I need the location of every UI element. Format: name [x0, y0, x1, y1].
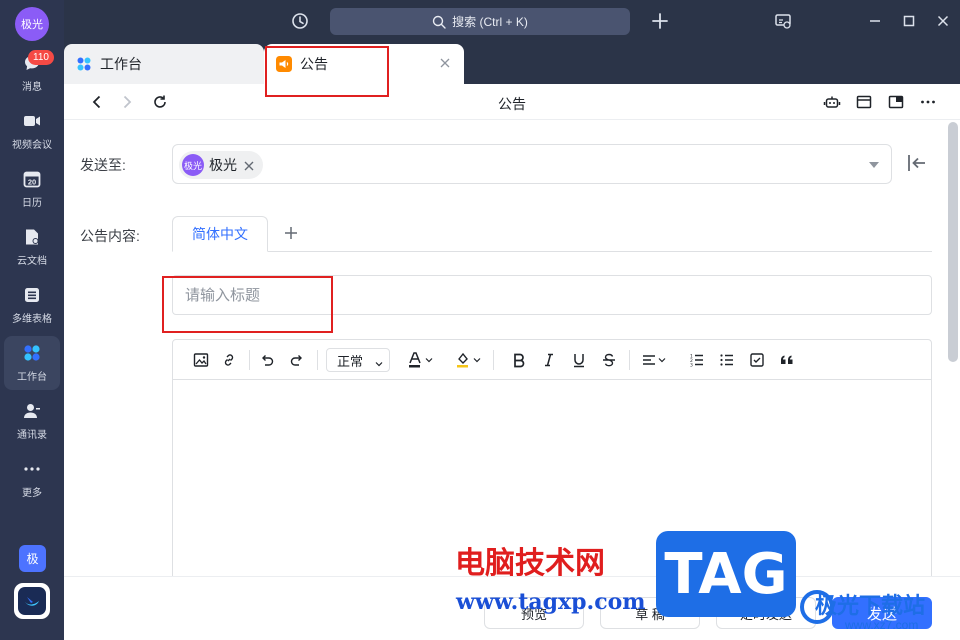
tab-announcement[interactable]: 公告	[264, 44, 464, 84]
watermark-url: www.tagxp.com	[456, 589, 646, 615]
checkbox-list-icon[interactable]	[747, 350, 767, 370]
rail-label: 云文档	[17, 256, 47, 267]
rail-item-calendar[interactable]: 20 日历	[4, 162, 60, 216]
maximize-icon[interactable]	[900, 12, 918, 30]
more-icon	[22, 459, 42, 479]
chevron-down-icon[interactable]	[869, 162, 879, 168]
search-bar[interactable]: 搜索 (Ctrl + K)	[330, 8, 630, 35]
rail-item-more[interactable]: 更多	[4, 452, 60, 506]
workbench-icon	[76, 56, 92, 72]
text-style-value: 正常	[337, 353, 364, 369]
watermark-tag: TAG	[656, 531, 796, 617]
recipient-avatar: 极光	[182, 154, 204, 176]
watermark-site-url: www.xz7.com	[845, 618, 919, 632]
tab-workbench[interactable]: 工作台	[64, 44, 264, 84]
more-options-icon[interactable]	[919, 93, 937, 111]
workbench-icon	[22, 343, 42, 363]
toolbar-divider	[493, 350, 494, 370]
tenant-avatar[interactable]: 极	[19, 545, 46, 572]
new-plus-icon[interactable]	[650, 11, 670, 31]
strikethrough-icon[interactable]	[599, 350, 619, 370]
search-icon	[432, 15, 446, 29]
close-window-icon[interactable]	[934, 12, 952, 30]
minimize-icon[interactable]	[866, 12, 884, 30]
table-icon	[22, 285, 42, 305]
rail-item-video[interactable]: 视频会议	[4, 104, 60, 158]
docs-icon	[22, 227, 42, 247]
rail-label: 通讯录	[17, 430, 47, 441]
left-rail: 极光 消息 110 视频会议 20 日历 云文档 多维表格 工作台 通讯录 更多…	[0, 0, 64, 640]
content-label: 公告内容:	[80, 228, 140, 244]
split-view-icon[interactable]	[887, 93, 905, 111]
tab-simplified-chinese[interactable]: 简体中文	[172, 216, 268, 252]
window-icon[interactable]	[855, 93, 873, 111]
rail-label: 工作台	[17, 372, 47, 383]
tab-strip: 工作台 公告	[64, 44, 960, 84]
tab-label: 公告	[300, 56, 328, 72]
nav-bar: 公告	[64, 84, 960, 120]
user-avatar[interactable]: 极光	[15, 7, 49, 41]
rail-item-bitable[interactable]: 多维表格	[4, 278, 60, 332]
contacts-icon	[22, 401, 42, 421]
rail-label: 更多	[22, 488, 42, 499]
close-tab-icon[interactable]	[438, 56, 452, 70]
editor-toolbar: 正常 1 2 3	[173, 340, 931, 380]
font-color-icon[interactable]	[405, 350, 425, 370]
recipient-chip[interactable]: 极光 极光	[179, 151, 263, 179]
chevron-down-icon[interactable]	[424, 350, 434, 370]
rail-label: 日历	[22, 198, 42, 209]
add-language-icon[interactable]	[282, 224, 300, 242]
chevron-down-icon[interactable]	[657, 350, 667, 370]
recipient-field[interactable]: 极光 极光	[172, 144, 892, 184]
rail-item-contacts[interactable]: 通讯录	[4, 394, 60, 448]
rail-label: 消息	[22, 82, 42, 93]
robot-icon[interactable]	[823, 93, 841, 111]
video-icon	[22, 111, 42, 131]
bullet-list-icon[interactable]	[717, 350, 737, 370]
watermark-brand: 电脑技术网	[455, 546, 605, 581]
align-icon[interactable]	[639, 350, 659, 370]
toolbar-divider	[249, 350, 250, 370]
chevron-down-icon	[375, 356, 383, 367]
rail-item-workbench[interactable]: 工作台	[4, 336, 60, 390]
lang-tab-divider	[172, 251, 932, 252]
watermark-site: 极光下载站	[815, 593, 926, 618]
rail-label: 视频会议	[12, 140, 52, 151]
link-icon[interactable]	[219, 350, 239, 370]
svg-text:3: 3	[690, 363, 693, 369]
remove-recipient-icon[interactable]	[243, 159, 255, 171]
chevron-down-icon[interactable]	[472, 350, 482, 370]
rail-label: 多维表格	[12, 314, 52, 325]
notification-screen-icon[interactable]	[774, 12, 792, 30]
ordered-list-icon[interactable]: 123	[687, 350, 707, 370]
rail-item-docs[interactable]: 云文档	[4, 220, 60, 274]
text-style-select[interactable]: 正常	[326, 348, 390, 372]
svg-text:20: 20	[28, 178, 36, 187]
quote-icon[interactable]	[777, 350, 797, 370]
announcement-icon	[276, 56, 292, 72]
unread-badge: 110	[28, 50, 54, 65]
toolbar-divider	[629, 350, 630, 370]
recipient-name: 极光	[209, 157, 237, 173]
italic-icon[interactable]	[539, 350, 559, 370]
title-input[interactable]	[172, 275, 932, 315]
bold-icon[interactable]	[509, 350, 529, 370]
image-icon[interactable]	[191, 350, 211, 370]
title-bar: 搜索 (Ctrl + K)	[64, 0, 960, 44]
search-label: 搜索 (Ctrl + K)	[452, 15, 528, 29]
undo-icon[interactable]	[257, 350, 277, 370]
toolbar-divider	[317, 350, 318, 370]
app-logo-icon	[18, 587, 46, 615]
redo-icon[interactable]	[287, 350, 307, 370]
highlight-color-icon[interactable]	[453, 350, 473, 370]
import-members-icon[interactable]	[906, 152, 928, 174]
send-to-label: 发送至:	[80, 157, 126, 173]
history-icon[interactable]	[290, 11, 310, 31]
app-logo[interactable]	[14, 583, 50, 619]
calendar-icon: 20	[22, 169, 42, 189]
scrollbar[interactable]	[948, 122, 958, 362]
underline-icon[interactable]	[569, 350, 589, 370]
tab-label: 工作台	[100, 56, 142, 72]
